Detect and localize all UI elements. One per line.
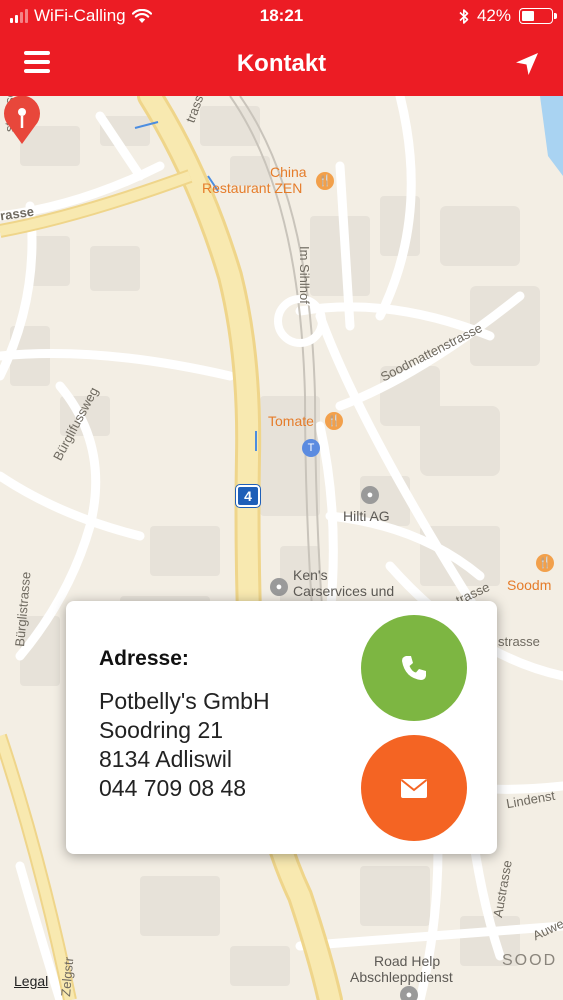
car-service-icon: ● [270,578,288,596]
top-bar: WiFi-Calling 18:21 42% Kontakt [0,0,563,96]
street-line: Soodring 21 [99,717,224,743]
address-block: Potbelly's GmbH Soodring 21 8134 Adliswi… [99,687,270,803]
phone-icon [402,656,426,680]
map-label-carservices: Carservices und [293,583,395,599]
map-label-street: strasse [498,634,540,649]
battery-percent: 42% [476,6,511,25]
legal-link[interactable]: Legal [14,973,48,989]
map-label-hilti: Hilti AG [343,508,390,524]
map-label-im-sihlhof: Im Sihlhof [297,246,312,304]
status-bar: WiFi-Calling 18:21 42% [0,0,563,32]
email-button[interactable] [361,735,467,841]
map-label-tomate: Tomate [268,413,314,429]
map-base [0,96,563,1000]
contact-card: Adresse: Potbelly's GmbH Soodring 21 813… [66,601,497,854]
building-icon: ● [361,486,379,504]
map-label-china: China [270,164,307,180]
map-label-soodm: Soodm [507,577,552,593]
map-label-restaurant-zen: Restaurant ZEN [202,180,303,196]
company-name: Potbelly's GmbH [99,688,270,714]
map-label-sood: SOOD [502,952,558,969]
phone-number: 044 709 08 48 [99,775,247,801]
page-title: Kontakt [236,50,327,77]
restaurant-icon: 🍴 [316,172,334,190]
bluetooth-icon [459,8,469,24]
tram-stop-icon: T [302,439,320,457]
call-button[interactable] [361,615,467,721]
route-shield: 4 [236,485,260,507]
restaurant-icon: 🍴 [536,554,554,572]
restaurant-icon: 🍴 [325,412,343,430]
battery-icon [519,8,557,24]
city-line: 8134 Adliswil [99,746,232,772]
map-label-road-help: Road Help [374,953,441,969]
envelope-icon [400,779,428,798]
location-arrow-icon[interactable] [513,50,541,78]
map-label-abschleppdienst: Abschleppdienst [350,969,453,985]
map-view[interactable]: strasse trasse rasse China Restaurant ZE… [0,96,563,1000]
location-pin-icon[interactable] [0,96,44,146]
car-service-icon: ● [400,986,418,1000]
map-label-kens: Ken's [293,567,328,583]
navigation-bar: Kontakt [0,32,563,96]
address-heading: Adresse: [99,647,189,670]
